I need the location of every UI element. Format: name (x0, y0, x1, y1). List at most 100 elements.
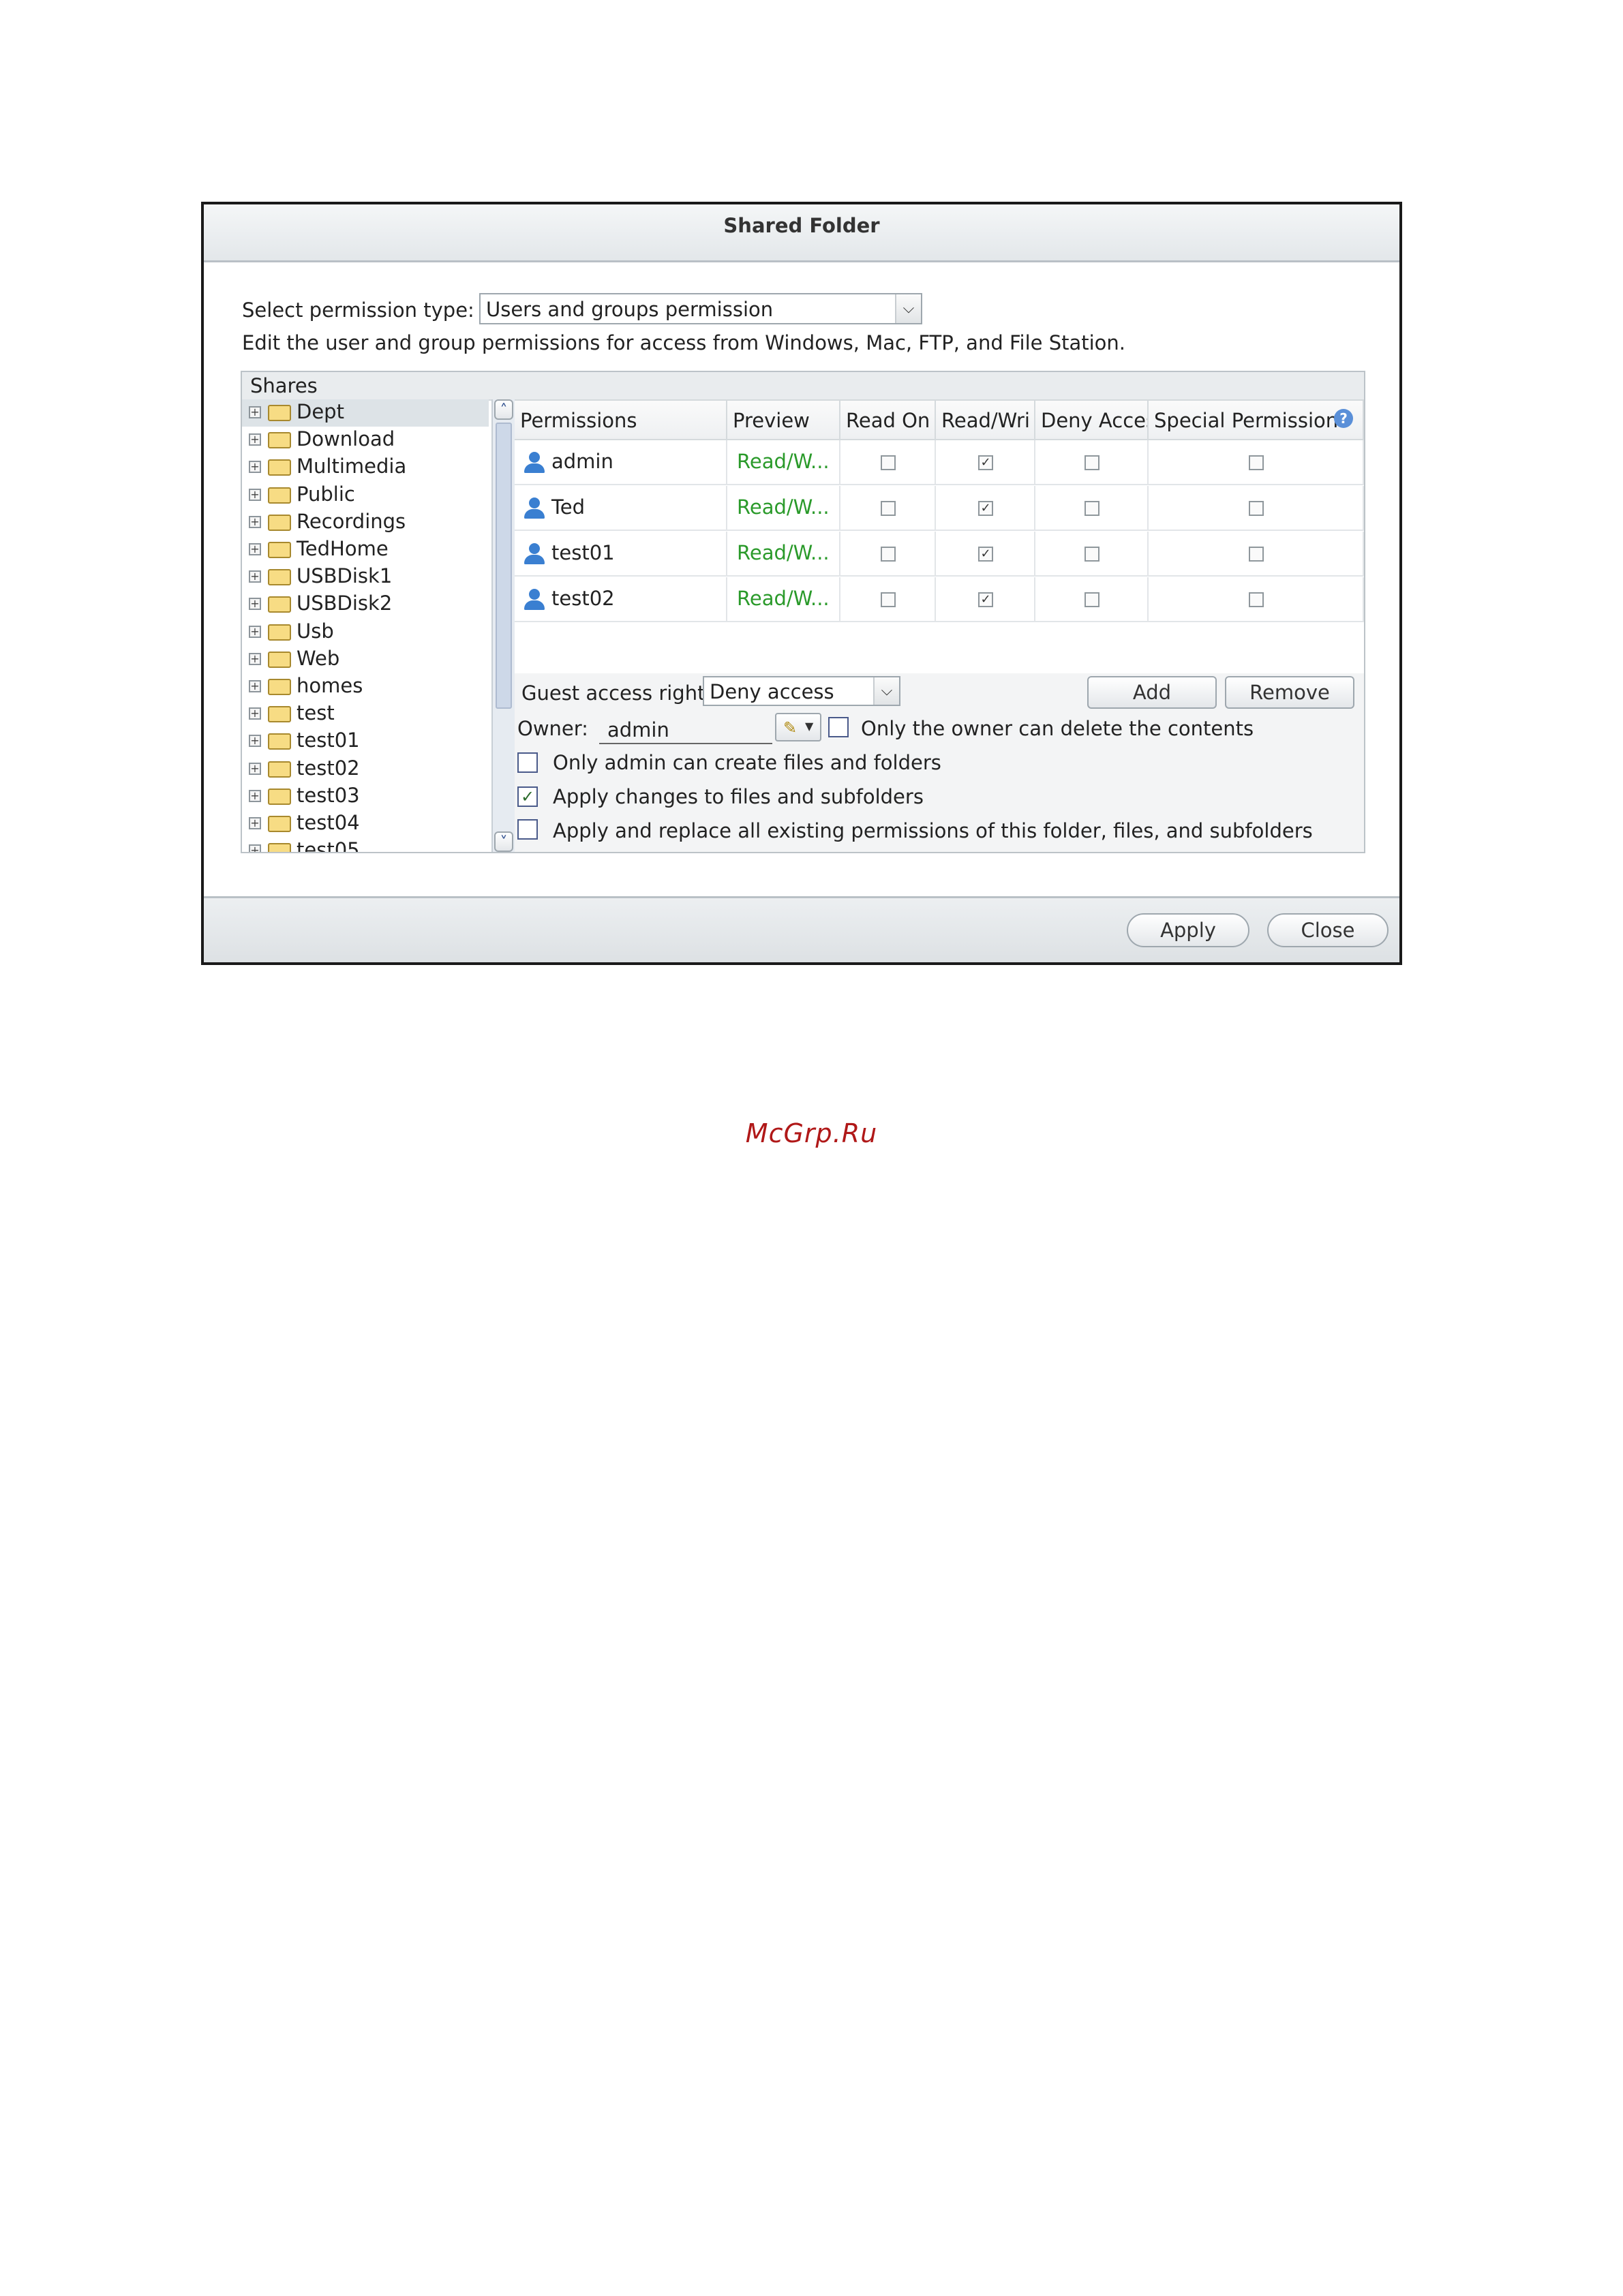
only-owner-delete-label: Only the owner can delete the contents (861, 717, 1254, 740)
user-name: admin (551, 450, 613, 473)
plus-icon[interactable]: + (249, 625, 261, 638)
owner-field[interactable]: admin (599, 716, 772, 744)
plus-icon[interactable]: + (249, 433, 261, 446)
share-label: test01 (297, 729, 360, 752)
column-header-permissions[interactable]: Permissions (515, 401, 727, 440)
edit-owner-button[interactable]: ✎ ▼ (775, 713, 821, 741)
permission-type-select[interactable]: Users and groups permission ⌵ (479, 293, 922, 324)
permission-preview-cell: Read/W... (727, 532, 840, 577)
permission-checkbox-cell: ✓ (936, 577, 1035, 622)
plus-icon[interactable]: + (249, 598, 261, 611)
deny-access-checkbox[interactable] (1084, 592, 1099, 607)
user-name: Ted (551, 495, 586, 519)
only-admin-create-checkbox[interactable] (517, 752, 538, 773)
special-permission-checkbox[interactable] (1249, 547, 1264, 562)
only-admin-create-label: Only admin can create files and folders (553, 751, 941, 774)
close-button[interactable]: Close (1267, 913, 1389, 947)
deny-access-checkbox[interactable] (1084, 547, 1099, 562)
folder-icon (268, 706, 291, 723)
user-name: test01 (551, 541, 615, 564)
permission-user-cell[interactable]: test02 (515, 577, 727, 622)
add-button[interactable]: Add (1087, 676, 1217, 709)
permission-preview-cell: Read/W... (727, 577, 840, 622)
column-header-deny-access[interactable]: Deny Acces (1035, 401, 1149, 440)
deny-access-checkbox[interactable] (1084, 501, 1099, 516)
permission-checkbox-cell (1149, 532, 1364, 577)
remove-button[interactable]: Remove (1225, 676, 1354, 709)
plus-icon[interactable]: + (249, 652, 261, 665)
permission-type-label: Select permission type: (242, 299, 474, 322)
permission-checkbox-cell (1035, 577, 1149, 622)
shares-scrollbar[interactable]: ˄ ˅ (491, 399, 515, 852)
permission-user-cell[interactable]: Ted (515, 486, 727, 531)
read-only-checkbox[interactable] (881, 455, 896, 470)
dropdown-arrow-icon: ▼ (805, 720, 814, 733)
read-only-checkbox[interactable] (881, 501, 896, 516)
plus-icon[interactable]: + (249, 680, 261, 692)
scroll-down-icon[interactable]: ˅ (494, 831, 513, 852)
plus-icon[interactable]: + (249, 543, 261, 555)
preview-text: Read/W... (737, 587, 830, 610)
permission-user-cell[interactable]: admin (515, 440, 727, 485)
plus-icon[interactable]: + (249, 735, 261, 748)
permission-checkbox-cell (1035, 440, 1149, 485)
share-label: test04 (297, 811, 360, 834)
column-header-preview[interactable]: Preview (727, 401, 840, 440)
read-only-checkbox[interactable] (881, 592, 896, 607)
share-item[interactable]: + Dept (242, 399, 489, 427)
permission-checkbox-cell (1149, 486, 1364, 531)
plus-icon[interactable]: + (249, 488, 261, 501)
share-label: Web (297, 646, 340, 670)
dialog-footer: Apply Close (204, 896, 1399, 962)
folder-icon (268, 761, 291, 778)
column-header-read-write[interactable]: Read/Wri (936, 401, 1035, 440)
plus-icon[interactable]: + (249, 844, 261, 852)
permission-checkbox-cell (1035, 532, 1149, 577)
help-icon[interactable]: ? (1334, 409, 1353, 428)
guest-access-select[interactable]: Deny access ⌵ (703, 676, 900, 706)
only-owner-delete-checkbox[interactable] (828, 717, 849, 737)
special-permission-checkbox[interactable] (1249, 455, 1264, 470)
folder-icon (268, 432, 291, 449)
preview-text: Read/W... (737, 495, 830, 519)
column-header-special-permission[interactable]: Special Permission ? (1149, 401, 1364, 440)
apply-replace-label: Apply and replace all existing permissio… (553, 819, 1313, 842)
apply-button[interactable]: Apply (1127, 913, 1249, 947)
chevron-down-icon[interactable]: ⌵ (895, 294, 921, 323)
permission-user-cell[interactable]: test01 (515, 532, 727, 577)
share-label: TedHome (297, 537, 389, 560)
read-write-checkbox[interactable]: ✓ (978, 455, 993, 470)
guest-access-value: Deny access (710, 680, 834, 703)
permission-checkbox-cell (1149, 577, 1364, 622)
special-permission-checkbox[interactable] (1249, 592, 1264, 607)
scroll-thumb[interactable] (496, 423, 512, 709)
plus-icon[interactable]: + (249, 762, 261, 775)
user-icon (523, 589, 546, 612)
plus-icon[interactable]: + (249, 789, 261, 802)
chevron-down-icon[interactable]: ⌵ (873, 677, 899, 705)
deny-access-checkbox[interactable] (1084, 455, 1099, 470)
plus-icon[interactable]: + (249, 515, 261, 528)
plus-icon[interactable]: + (249, 461, 261, 474)
read-write-checkbox[interactable]: ✓ (978, 547, 993, 562)
preview-text: Read/W... (737, 450, 830, 473)
permission-checkbox-cell (1035, 486, 1149, 531)
scroll-up-icon[interactable]: ˄ (494, 399, 513, 420)
user-icon (523, 498, 546, 521)
plus-icon[interactable]: + (249, 570, 261, 583)
plus-icon[interactable]: + (249, 817, 261, 829)
read-write-checkbox[interactable]: ✓ (978, 501, 993, 516)
guest-access-label: Guest access right: (521, 682, 712, 705)
folder-icon (268, 569, 291, 586)
share-label: Dept (297, 400, 344, 423)
special-permission-checkbox[interactable] (1249, 501, 1264, 516)
read-only-checkbox[interactable] (881, 547, 896, 562)
column-header-read-only[interactable]: Read On (840, 401, 936, 440)
plus-icon[interactable]: + (249, 707, 261, 720)
apply-changes-checkbox[interactable]: ✓ (517, 786, 538, 807)
folder-icon (268, 596, 291, 613)
read-write-checkbox[interactable]: ✓ (978, 592, 993, 607)
apply-replace-checkbox[interactable] (517, 819, 538, 840)
folder-icon (268, 816, 291, 832)
plus-icon[interactable]: + (249, 406, 261, 418)
